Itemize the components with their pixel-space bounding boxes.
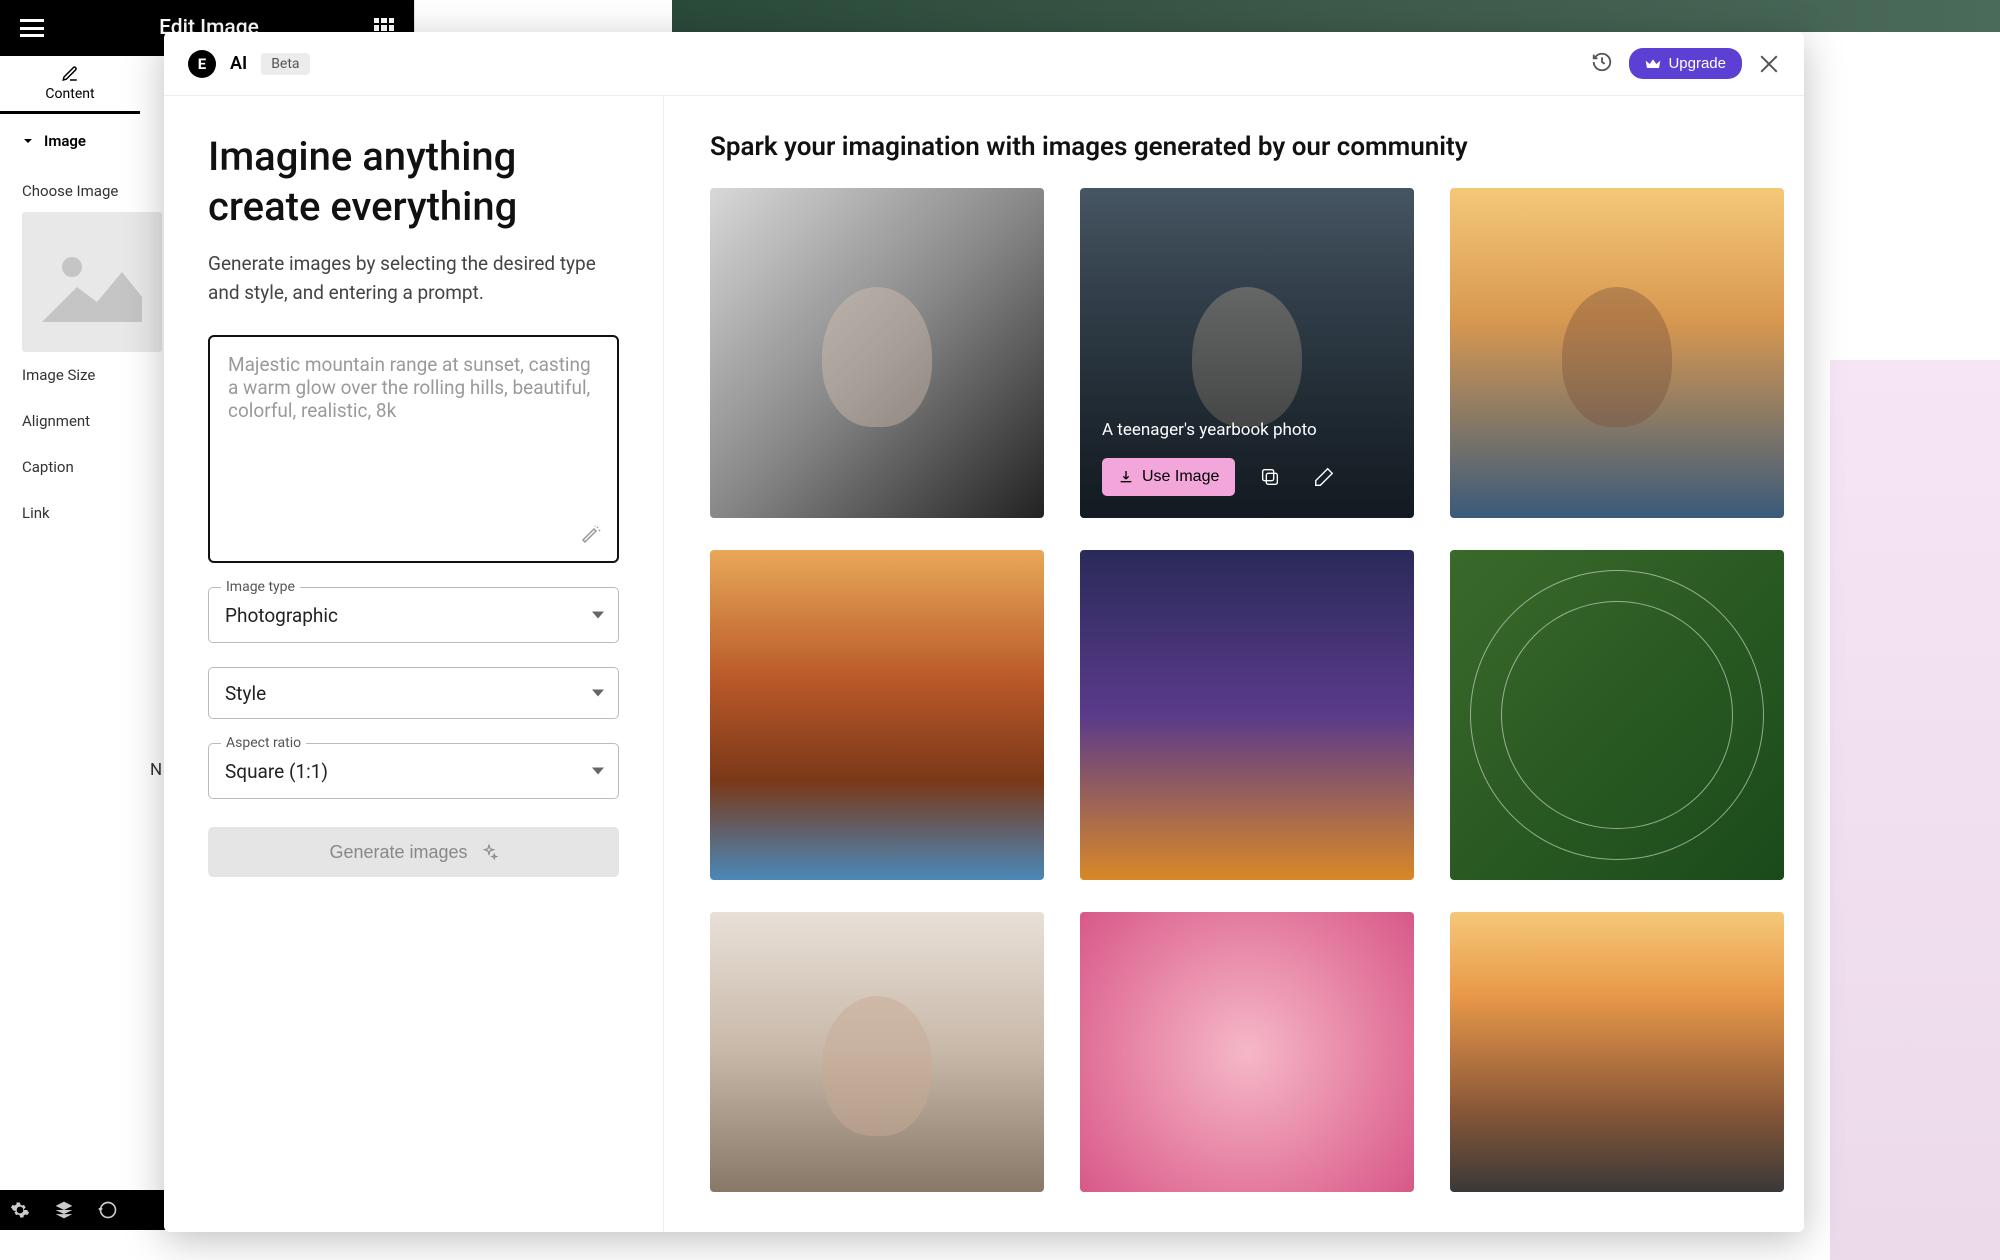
settings-icon[interactable] — [10, 1200, 30, 1220]
caption-label: Caption — [22, 458, 74, 476]
alignment-label: Alignment — [22, 412, 90, 430]
edit-icon[interactable] — [1305, 458, 1343, 496]
elementor-logo-icon: E — [188, 50, 216, 78]
placeholder-icon — [42, 242, 142, 322]
gallery-image-9[interactable] — [1450, 912, 1784, 1192]
gallery-image-5[interactable] — [1080, 550, 1414, 880]
image-hover-overlay: A teenager's yearbook photo Use Image — [1080, 188, 1414, 518]
aspect-ratio-label: Aspect ratio — [221, 735, 306, 751]
page-bg-top — [672, 0, 2000, 32]
gallery-panel: Spark your imagination with images gener… — [664, 96, 1804, 1232]
sparkle-icon — [480, 843, 498, 861]
prompt-box — [208, 335, 619, 563]
page-bg-right — [1830, 360, 2000, 1260]
image-type-value: Photographic — [225, 604, 338, 627]
tab-content-label: Content — [45, 86, 94, 102]
generate-images-button[interactable]: Generate images — [208, 827, 619, 877]
pencil-icon — [61, 65, 79, 83]
generate-label: Generate images — [329, 842, 467, 863]
gallery-image-1[interactable] — [710, 188, 1044, 518]
chevron-down-icon — [592, 612, 604, 619]
use-image-label: Use Image — [1142, 468, 1219, 486]
prompt-heading: Imagine anything create everything — [208, 132, 619, 232]
prompt-input[interactable] — [228, 353, 599, 503]
image-size-label: Image Size — [22, 366, 95, 384]
n-marker: N — [150, 760, 162, 780]
image-type-select[interactable]: Image type Photographic — [208, 587, 619, 643]
gallery-heading: Spark your imagination with images gener… — [710, 132, 1758, 162]
style-value: Style — [225, 682, 266, 705]
use-image-button[interactable]: Use Image — [1102, 458, 1235, 496]
modal-header: E AI Beta Upgrade — [164, 32, 1804, 96]
ai-modal: E AI Beta Upgrade Imagine anything creat… — [164, 32, 1804, 1232]
gallery-image-3[interactable] — [1450, 188, 1784, 518]
chevron-down-icon — [592, 768, 604, 775]
gallery-image-2[interactable]: A teenager's yearbook photo Use Image — [1080, 188, 1414, 518]
download-icon — [1118, 469, 1134, 485]
ai-label: AI — [230, 53, 247, 74]
aspect-ratio-value: Square (1:1) — [225, 760, 328, 783]
gallery-grid: A teenager's yearbook photo Use Image — [710, 188, 1758, 1192]
upgrade-label: Upgrade — [1668, 55, 1726, 72]
modal-history-icon[interactable] — [1591, 51, 1613, 77]
gallery-image-8[interactable] — [1080, 912, 1414, 1192]
beta-badge: Beta — [261, 53, 309, 75]
image-caption: A teenager's yearbook photo — [1102, 420, 1392, 440]
copy-icon[interactable] — [1251, 458, 1289, 496]
crown-icon — [1645, 57, 1661, 71]
prompt-panel: Imagine anything create everything Gener… — [164, 96, 664, 1232]
navigator-icon[interactable] — [54, 1200, 74, 1220]
modal-body: Imagine anything create everything Gener… — [164, 96, 1804, 1232]
image-type-label: Image type — [221, 579, 300, 595]
tab-content[interactable]: Content — [0, 56, 140, 114]
style-select[interactable]: Style — [208, 667, 619, 719]
image-placeholder[interactable] — [22, 212, 162, 352]
gallery-image-6[interactable] — [1450, 550, 1784, 880]
prompt-subheading: Generate images by selecting the desired… — [208, 250, 619, 307]
hamburger-icon[interactable] — [20, 19, 44, 37]
section-image-label: Image — [44, 132, 86, 150]
caret-down-icon — [22, 135, 34, 147]
close-icon[interactable] — [1758, 53, 1780, 75]
gallery-image-4[interactable] — [710, 550, 1044, 880]
link-label: Link — [22, 504, 50, 522]
aspect-ratio-select[interactable]: Aspect ratio Square (1:1) — [208, 743, 619, 799]
gallery-image-7[interactable] — [710, 912, 1044, 1192]
magic-wand-icon[interactable] — [579, 525, 603, 549]
chevron-down-icon — [592, 690, 604, 697]
upgrade-button[interactable]: Upgrade — [1629, 48, 1742, 79]
history-icon[interactable] — [98, 1200, 118, 1220]
